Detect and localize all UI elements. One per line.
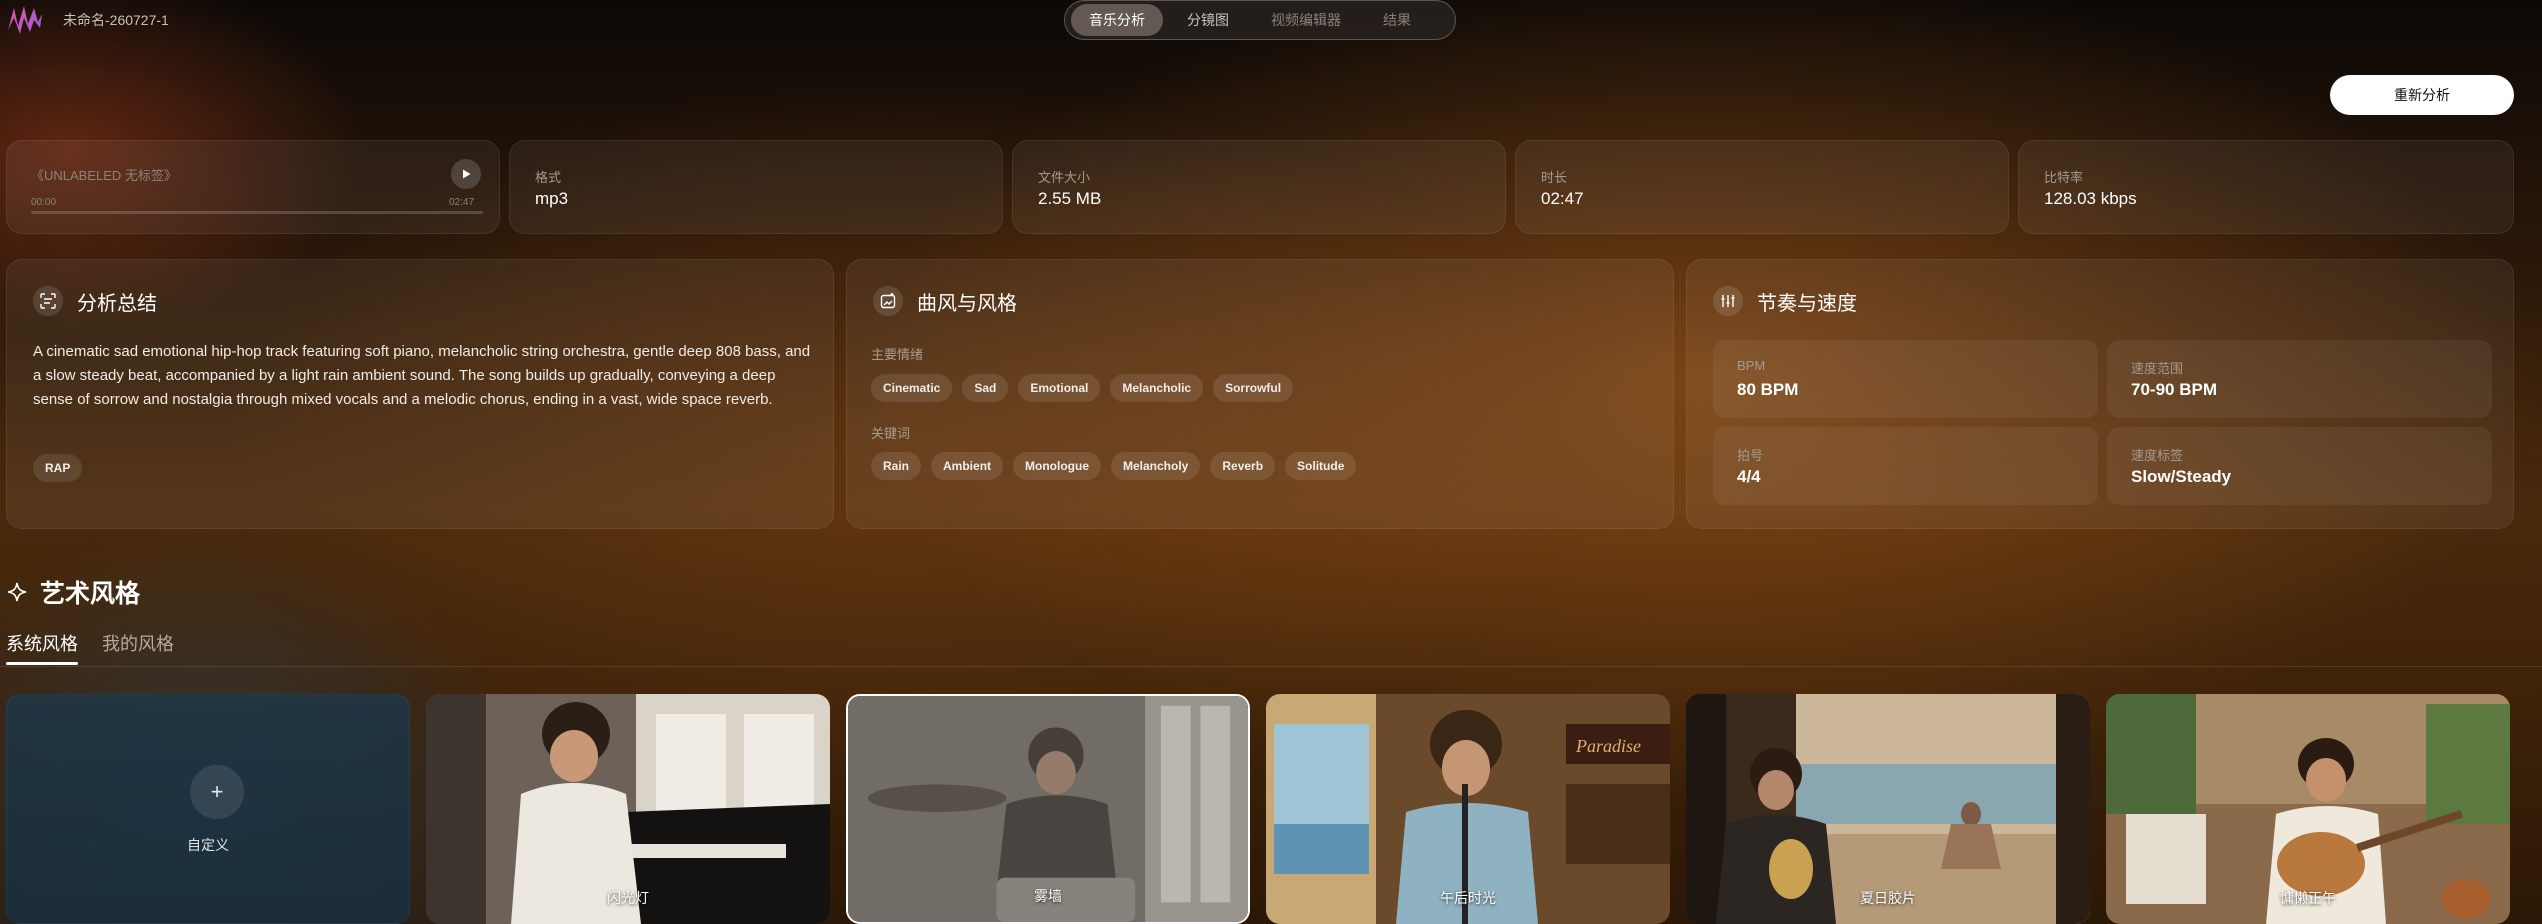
metric-label: 拍号: [1737, 448, 1764, 463]
keyword-tag: Solitude: [1285, 452, 1357, 480]
play-button[interactable]: [451, 159, 481, 189]
project-title: 未命名-260727-1: [63, 12, 169, 28]
workflow-steps: 音乐分析 分镜图 视频编辑器 结果: [1064, 0, 1456, 40]
custom-style-label: 自定义: [187, 837, 229, 853]
step-result[interactable]: 结果: [1365, 4, 1429, 36]
info-bitrate: 比特率 128.03 kbps: [2018, 140, 2514, 234]
sparkle-icon: [7, 582, 27, 602]
reanalyze-button[interactable]: 重新分析: [2330, 75, 2514, 115]
step-storyboard[interactable]: 分镜图: [1169, 4, 1247, 36]
sparkle-image-icon: [873, 286, 903, 316]
plus-icon: +: [190, 765, 244, 819]
summary-title: 分析总结: [77, 292, 157, 315]
keyword-tag: Monologue: [1013, 452, 1101, 480]
info-value: 2.55 MB: [1038, 189, 1102, 208]
style-caption: 午后时光: [1440, 890, 1496, 906]
info-value: 02:47: [1541, 189, 1584, 208]
genre-tag: RAP: [33, 454, 83, 482]
metric-label: 速度范围: [2131, 361, 2184, 376]
metric-tempo-range: 速度范围 70-90 BPM: [2107, 340, 2492, 418]
step-music-analysis[interactable]: 音乐分析: [1071, 4, 1163, 36]
info-format: 格式 mp3: [509, 140, 1003, 234]
rhythm-title: 节奏与速度: [1757, 292, 1857, 315]
metric-value: 4/4: [1737, 467, 1761, 486]
metric-value: 80 BPM: [1737, 380, 1799, 399]
style-caption: 慵懒正午: [2280, 890, 2336, 906]
style-tile-fog-wall[interactable]: 雾墙: [846, 694, 1250, 924]
mood-tags: Cinematic Sad Emotional Melancholic Sorr…: [871, 374, 1294, 402]
style-tile-afternoon[interactable]: Paradise 午后时光: [1266, 694, 1670, 924]
style-tile-lazy-noon[interactable]: 慵懒正午: [2106, 694, 2510, 924]
info-value: 128.03 kbps: [2044, 189, 2137, 208]
summary-text: A cinematic sad emotional hip-hop track …: [33, 343, 811, 408]
mood-tag: Melancholic: [1110, 374, 1204, 402]
tab-divider: [0, 666, 2542, 667]
mood-tag: Emotional: [1018, 374, 1101, 402]
style-caption: 闪光灯: [607, 890, 649, 906]
svg-text:Paradise: Paradise: [1575, 736, 1641, 756]
mood-tag: Cinematic: [871, 374, 953, 402]
mood-tag: Sorrowful: [1213, 374, 1294, 402]
style-title: 曲风与风格: [917, 292, 1017, 315]
keyword-tag: Reverb: [1210, 452, 1276, 480]
info-label: 文件大小: [1038, 170, 1091, 185]
scan-icon: [33, 286, 63, 316]
art-style-header: 艺术风格: [6, 574, 140, 610]
play-icon: [463, 169, 471, 179]
keyword-tags: Rain Ambient Monologue Melancholy Reverb…: [871, 452, 1357, 480]
audio-player: 《UNLABELED 无标签》 00:00 02:47: [6, 140, 500, 234]
keyword-tag: Ambient: [931, 452, 1004, 480]
rhythm-panel: 节奏与速度 BPM 80 BPM 速度范围 70-90 BPM 拍号 4/4 速…: [1686, 259, 2514, 529]
style-tile-summer-film[interactable]: 夏日胶片: [1686, 694, 2090, 924]
app-logo: [8, 6, 42, 34]
info-value: mp3: [535, 189, 569, 208]
art-style-title: 艺术风格: [40, 580, 141, 608]
step-video-editor[interactable]: 视频编辑器: [1253, 4, 1359, 36]
track-title: 《UNLABELED 无标签》: [31, 168, 177, 183]
metric-value: Slow/Steady: [2131, 467, 2232, 486]
total-time: 02:47: [449, 197, 475, 208]
summary-panel: 分析总结 A cinematic sad emotional hip-hop t…: [6, 259, 834, 529]
info-label: 格式: [535, 170, 562, 185]
metric-label: 速度标签: [2131, 448, 2184, 463]
style-tile-flash[interactable]: 闪光灯: [426, 694, 830, 924]
active-tab-indicator: [6, 662, 78, 665]
info-file-size: 文件大小 2.55 MB: [1012, 140, 1506, 234]
metric-label: BPM: [1737, 358, 1766, 373]
info-label: 比特率: [2044, 170, 2084, 185]
info-label: 时长: [1541, 170, 1568, 185]
mood-label: 主要情绪: [871, 347, 924, 362]
metric-bpm: BPM 80 BPM: [1713, 340, 2098, 418]
custom-style-tile[interactable]: + 自定义: [6, 694, 410, 924]
metric-time-signature: 拍号 4/4: [1713, 427, 2098, 505]
keyword-tag: Melancholy: [1111, 452, 1201, 480]
metric-tempo-tag: 速度标签 Slow/Steady: [2107, 427, 2492, 505]
info-duration: 时长 02:47: [1515, 140, 2009, 234]
style-caption: 夏日胶片: [1860, 890, 1916, 906]
keyword-tag: Rain: [871, 452, 922, 480]
metric-value: 70-90 BPM: [2131, 380, 2217, 399]
style-panel: 曲风与风格 主要情绪 Cinematic Sad Emotional Melan…: [846, 259, 1674, 529]
style-caption: 雾墙: [1034, 888, 1062, 904]
mood-tag: Sad: [962, 374, 1009, 402]
tab-system-styles[interactable]: 系统风格: [6, 630, 78, 656]
tab-my-styles[interactable]: 我的风格: [102, 630, 174, 656]
progress-bar[interactable]: [31, 211, 483, 214]
keywords-label: 关键词: [871, 426, 911, 441]
metronome-icon: [1713, 286, 1743, 316]
current-time: 00:00: [31, 197, 57, 208]
